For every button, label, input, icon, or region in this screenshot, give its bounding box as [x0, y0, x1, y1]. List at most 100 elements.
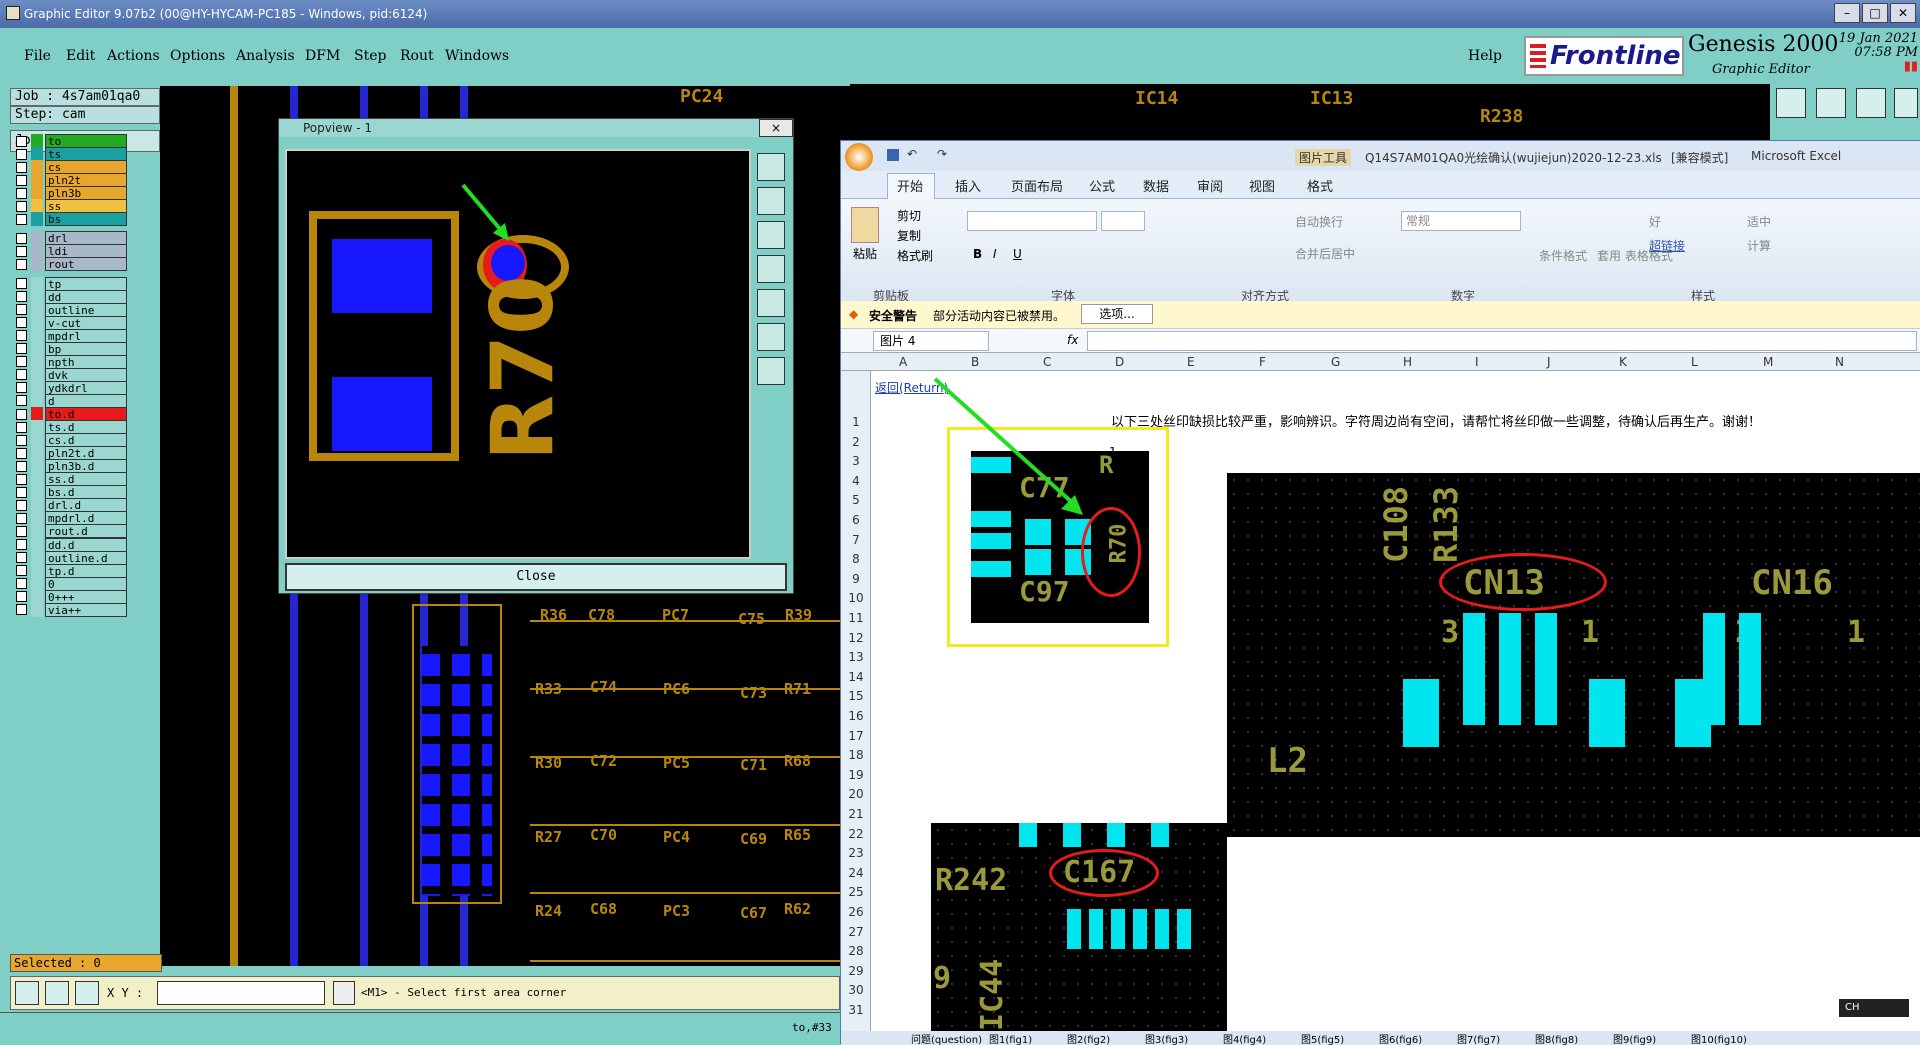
- menu-edit[interactable]: Edit: [66, 48, 95, 64]
- style-hyperlink[interactable]: 超链接: [1649, 237, 1685, 254]
- row-header[interactable]: 13: [841, 650, 871, 664]
- layer-row-pln2t-d[interactable]: pln2t.d: [16, 446, 127, 461]
- format-painter-button[interactable]: 格式刷: [897, 247, 933, 264]
- row-header[interactable]: 6: [841, 513, 871, 527]
- zoom-home-icon[interactable]: [757, 323, 785, 351]
- close-window-button[interactable]: ✕: [1890, 3, 1916, 23]
- column-header[interactable]: D: [1115, 355, 1124, 369]
- tab-insert[interactable]: 插入: [955, 176, 981, 195]
- bold-icon[interactable]: B: [973, 247, 982, 261]
- paste-button[interactable]: 粘贴: [853, 245, 877, 262]
- redraw-icon[interactable]: [757, 357, 785, 385]
- row-header[interactable]: 31: [841, 1003, 871, 1017]
- row-header[interactable]: 10: [841, 591, 871, 605]
- layer-row-rout[interactable]: rout: [16, 257, 127, 272]
- layer-checkbox[interactable]: [16, 317, 27, 329]
- app-icon[interactable]: [6, 6, 20, 20]
- row-header[interactable]: 8: [841, 552, 871, 566]
- conditional-format-button[interactable]: 条件格式: [1539, 247, 1587, 264]
- row-header[interactable]: 29: [841, 964, 871, 978]
- menu-actions[interactable]: Actions: [107, 48, 160, 64]
- pause-button[interactable]: [333, 981, 355, 1005]
- style-calculation[interactable]: 计算: [1747, 237, 1771, 254]
- layer-checkbox[interactable]: [16, 135, 27, 147]
- number-format-box[interactable]: 常规: [1401, 211, 1521, 231]
- sheet-tab[interactable]: 图10(fig10): [1691, 1031, 1747, 1045]
- row-header[interactable]: 17: [841, 729, 871, 743]
- pan-right-icon[interactable]: [757, 289, 785, 317]
- tab-view[interactable]: 视图: [1249, 176, 1275, 195]
- home-icon[interactable]: [1776, 88, 1806, 118]
- layer-row-pln3b-d[interactable]: pln3b.d: [16, 459, 127, 474]
- layer-row-mpdrl[interactable]: mpdrl: [16, 328, 127, 343]
- menu-dfm[interactable]: DFM: [305, 48, 340, 64]
- underline-icon[interactable]: U: [1013, 247, 1022, 261]
- tab-home[interactable]: 开始: [897, 176, 923, 195]
- layer-row-drl[interactable]: drl: [16, 231, 127, 246]
- layer-row-rout-d[interactable]: rout.d: [16, 524, 127, 539]
- row-header[interactable]: 28: [841, 944, 871, 958]
- column-header[interactable]: E: [1187, 355, 1195, 369]
- layer-row-ts-d[interactable]: ts.d: [16, 420, 127, 435]
- layer-row-to-d[interactable]: to.d: [16, 407, 127, 421]
- sheet-cells[interactable]: 返回(Return) 以下三处丝印缺损比较严重，影响辨识。字符周边尚有空间，请帮…: [871, 371, 1920, 1045]
- sheet-tab[interactable]: 图6(fig6): [1379, 1031, 1422, 1045]
- layer-row-bp[interactable]: bp: [16, 341, 127, 356]
- picture-2[interactable]: C108 R133 CN13 CN16 L2 3 1 2 1: [1227, 473, 1920, 837]
- minimize-button[interactable]: –: [1834, 3, 1860, 23]
- column-header[interactable]: J: [1547, 355, 1551, 369]
- layer-checkbox[interactable]: [16, 200, 27, 212]
- layer-checkbox[interactable]: [16, 232, 27, 244]
- sheet-tab[interactable]: 图4(fig4): [1223, 1031, 1266, 1045]
- layer-checkbox[interactable]: [16, 330, 27, 342]
- row-header[interactable]: 23: [841, 846, 871, 860]
- row-header[interactable]: 16: [841, 709, 871, 723]
- style-neutral[interactable]: 适中: [1747, 213, 1771, 230]
- tab-formulas[interactable]: 公式: [1089, 176, 1115, 195]
- row-header[interactable]: 22: [841, 827, 871, 841]
- xy-input[interactable]: [157, 981, 325, 1005]
- popview-close-button[interactable]: Close: [285, 563, 787, 591]
- pan-left-icon[interactable]: [757, 255, 785, 283]
- layer-checkbox[interactable]: [16, 343, 27, 355]
- row-header[interactable]: 9: [841, 572, 871, 586]
- layer-checkbox[interactable]: [16, 258, 27, 270]
- layer-row-dd[interactable]: dd: [16, 289, 127, 304]
- layer-checkbox[interactable]: [16, 447, 27, 459]
- menu-step[interactable]: Step: [354, 48, 386, 64]
- layer-row-bs-d[interactable]: bs.d: [16, 485, 127, 500]
- layer-row-tp[interactable]: tp: [16, 276, 127, 291]
- menu-file[interactable]: File: [24, 48, 51, 64]
- layer-row-ts[interactable]: ts: [16, 147, 127, 162]
- tab-review[interactable]: 审阅: [1197, 176, 1223, 195]
- popview-close-icon[interactable]: ×: [759, 119, 793, 137]
- row-header[interactable]: 14: [841, 670, 871, 684]
- layer-checkbox[interactable]: [16, 578, 27, 590]
- layer-row-dd-d[interactable]: dd.d: [16, 537, 127, 552]
- layer-row-ss-d[interactable]: ss.d: [16, 472, 127, 487]
- column-header[interactable]: N: [1835, 355, 1844, 369]
- row-header[interactable]: 2: [841, 435, 871, 449]
- security-options-button[interactable]: 选项...: [1081, 304, 1153, 324]
- layer-row-cs[interactable]: cs: [16, 160, 127, 175]
- row-header[interactable]: 1: [841, 415, 871, 429]
- layer-row-bs[interactable]: bs: [16, 212, 127, 227]
- row-header[interactable]: 19: [841, 768, 871, 782]
- formula-input[interactable]: [1087, 331, 1917, 351]
- layer-row-via--[interactable]: via++: [16, 602, 127, 617]
- menu-analysis[interactable]: Analysis: [236, 48, 295, 64]
- layer-checkbox[interactable]: [16, 512, 27, 524]
- italic-icon[interactable]: I: [993, 247, 997, 261]
- menu-windows[interactable]: Windows: [445, 48, 509, 64]
- layer-checkbox[interactable]: [16, 604, 27, 616]
- tab-format[interactable]: 格式: [1307, 176, 1333, 195]
- layer-checkbox[interactable]: [16, 161, 27, 173]
- save-icon[interactable]: [1816, 88, 1846, 118]
- zoom-fit-icon[interactable]: [757, 221, 785, 249]
- layer-checkbox[interactable]: [16, 187, 27, 199]
- layer-row-pln3b[interactable]: pln3b: [16, 186, 127, 201]
- tab-data[interactable]: 数据: [1143, 176, 1169, 195]
- layer-row-0[interactable]: 0: [16, 576, 127, 591]
- layer-checkbox[interactable]: [16, 369, 27, 381]
- layer-row-cs-d[interactable]: cs.d: [16, 433, 127, 448]
